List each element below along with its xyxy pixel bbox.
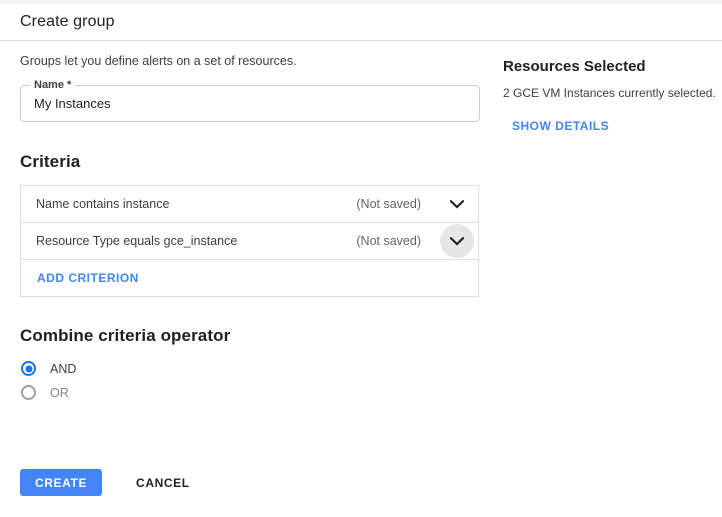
criteria-status: (Not saved) — [356, 234, 421, 248]
app-header: Create group — [0, 4, 722, 41]
resources-selected-heading: Resources Selected — [503, 58, 713, 75]
chevron-down-icon[interactable] — [440, 224, 474, 258]
main-form-column: Groups let you define alerts on a set of… — [20, 53, 480, 404]
add-criterion-row[interactable]: ADD CRITERION — [21, 260, 478, 296]
criteria-row[interactable]: Resource Type equals gce_instance (Not s… — [21, 223, 478, 260]
radio-option-and[interactable]: AND — [20, 357, 480, 380]
criteria-row[interactable]: Name contains instance (Not saved) — [21, 186, 478, 223]
show-details-button[interactable]: SHOW DETAILS — [512, 119, 609, 133]
name-input[interactable]: My Instances — [34, 96, 111, 111]
radio-icon-and[interactable] — [21, 361, 36, 376]
chevron-down-icon[interactable] — [442, 189, 472, 219]
criteria-list: Name contains instance (Not saved) Resou… — [20, 185, 479, 297]
page-title: Create group — [20, 13, 115, 31]
form-actions: CREATE CANCEL — [20, 469, 202, 496]
radio-label-and: AND — [50, 362, 76, 376]
create-button[interactable]: CREATE — [20, 469, 102, 496]
name-field[interactable]: Name * My Instances — [20, 85, 480, 122]
criteria-label: Resource Type equals gce_instance — [36, 234, 237, 248]
resources-selected-summary: 2 GCE VM Instances currently selected. — [503, 86, 713, 100]
criteria-heading: Criteria — [20, 152, 480, 172]
radio-option-or[interactable]: OR — [20, 381, 480, 404]
criteria-status: (Not saved) — [356, 197, 421, 211]
name-field-label: Name * — [30, 79, 75, 91]
radio-icon-or[interactable] — [21, 385, 36, 400]
criteria-label: Name contains instance — [36, 197, 169, 211]
cancel-button[interactable]: CANCEL — [124, 469, 202, 496]
radio-label-or: OR — [50, 386, 69, 400]
combine-operator-heading: Combine criteria operator — [20, 326, 480, 346]
add-criterion-button[interactable]: ADD CRITERION — [37, 271, 139, 285]
resources-selected-panel: Resources Selected 2 GCE VM Instances cu… — [503, 58, 713, 135]
intro-description: Groups let you define alerts on a set of… — [20, 53, 480, 69]
